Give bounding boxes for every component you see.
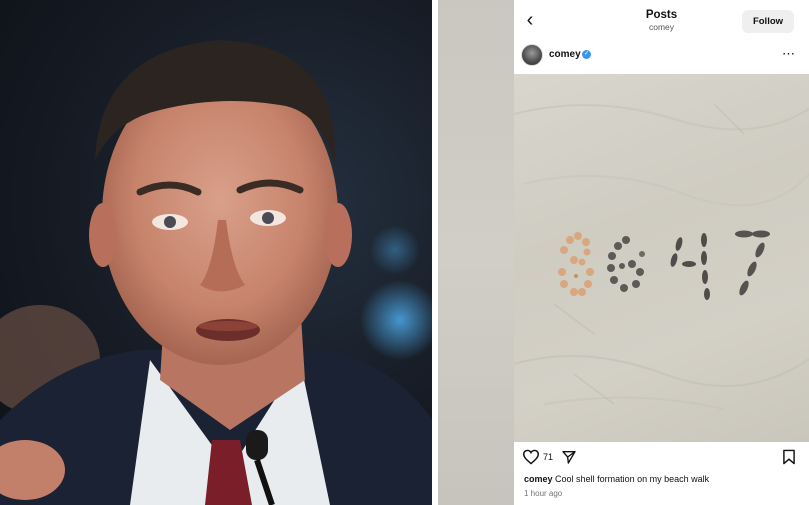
heart-icon[interactable] bbox=[522, 449, 540, 465]
post-image[interactable] bbox=[514, 74, 809, 442]
shell-digit-1 bbox=[558, 232, 594, 296]
post-actions: 71 bbox=[514, 446, 809, 468]
post-caption: comey Cool shell formation on my beach w… bbox=[524, 474, 709, 484]
more-dots-icon[interactable]: ⋯ bbox=[782, 46, 796, 62]
caption-username[interactable]: comey bbox=[524, 474, 553, 484]
paper-plane-icon[interactable] bbox=[561, 449, 577, 465]
chevron-left-icon[interactable]: ‹ bbox=[520, 10, 540, 32]
page-subtitle: comey bbox=[648, 22, 675, 32]
post-header: comey ✓ ⋯ bbox=[514, 42, 809, 70]
stone-digit-3 bbox=[670, 233, 710, 300]
post-timestamp: 1 hour ago bbox=[524, 489, 563, 498]
bookmark-icon[interactable] bbox=[782, 449, 796, 465]
avatar[interactable] bbox=[521, 44, 543, 66]
page-title-group: Posts comey bbox=[609, 9, 714, 32]
stone-digit-4 bbox=[735, 230, 770, 296]
portrait-photo bbox=[0, 0, 432, 505]
follow-button[interactable]: Follow bbox=[742, 10, 794, 33]
post-username[interactable]: comey bbox=[549, 49, 581, 60]
portrait-illustration bbox=[0, 40, 432, 505]
page-title: Posts bbox=[645, 9, 678, 21]
stone-digit-2 bbox=[607, 236, 645, 292]
like-count: 71 bbox=[543, 452, 554, 462]
caption-text: Cool shell formation on my beach walk bbox=[555, 474, 710, 484]
sand-backdrop bbox=[438, 0, 514, 505]
verified-badge-icon: ✓ bbox=[582, 50, 591, 59]
instagram-post-screen: ‹ Posts comey Follow comey ✓ ⋯ 71 comey … bbox=[514, 0, 809, 505]
sand-shell-image bbox=[514, 103, 809, 410]
top-bar: ‹ Posts comey Follow bbox=[514, 0, 809, 40]
